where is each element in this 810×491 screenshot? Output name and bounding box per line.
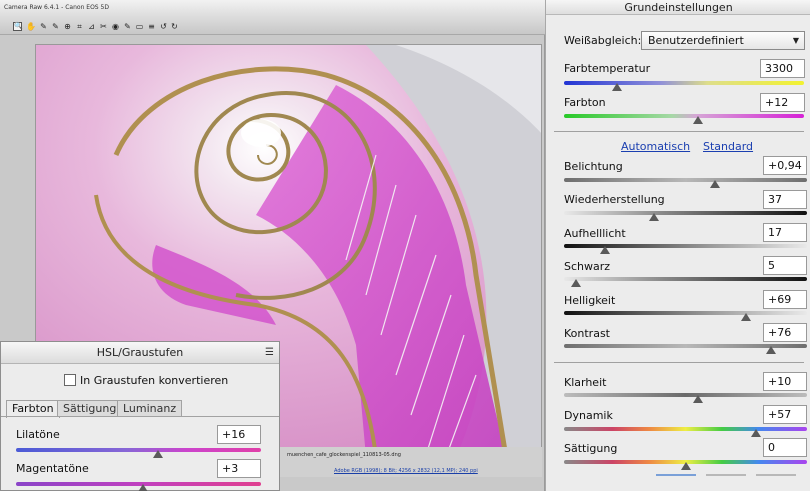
tab-saturation[interactable]: Sättigung [57,400,123,417]
white-balance-dropdown[interactable]: Benutzerdefiniert ▼ [641,31,805,50]
tab-luminance[interactable]: Luminanz [117,400,183,417]
basic-settings-panel: Grundeinstellungen Weißabgleich: Benutze… [545,0,810,491]
scroll-indicator [706,474,746,476]
chevron-down-icon: ▼ [792,36,799,45]
exposure-value[interactable]: +0,94 [763,156,807,175]
purples-slider-thumb[interactable] [153,450,164,458]
title-bar: Camera Raw 6.4.1 - Canon EOS 5D [0,0,545,20]
scroll-indicator [656,474,696,476]
purples-label: Lilatöne [16,428,60,441]
saturation-label: Sättigung [564,442,618,455]
clarity-label: Klarheit [564,376,607,389]
recovery-slider[interactable] [564,211,807,215]
brightness-slider[interactable] [564,311,807,315]
panel-menu-icon[interactable]: ☰ [265,347,274,358]
blacks-label: Schwarz [564,260,611,273]
panel-title: Grundeinstellungen [546,0,810,15]
divider [554,362,804,363]
color-sampler-tool-icon[interactable]: ✎ [51,22,60,31]
grayscale-checkbox[interactable] [64,374,76,386]
saturation-slider-thumb[interactable] [680,462,691,470]
vibrance-slider[interactable] [564,427,807,431]
contrast-label: Kontrast [564,327,610,340]
rotate-ccw-icon[interactable]: ↺ [159,22,168,31]
vibrance-label: Dynamik [564,409,613,422]
rotate-cw-icon[interactable]: ↻ [170,22,179,31]
purples-value[interactable]: +16 [217,425,261,444]
fill-light-label: Aufhelllicht [564,227,626,240]
magentas-label: Magentatöne [16,462,89,475]
brightness-value[interactable]: +69 [763,290,807,309]
contrast-value[interactable]: +76 [763,323,807,342]
magentas-value[interactable]: +3 [217,459,261,478]
blacks-value[interactable]: 5 [763,256,807,275]
scroll-indicator [756,474,796,476]
white-balance-label: Weißabgleich: [564,34,642,47]
clarity-value[interactable]: +10 [763,372,807,391]
tab-divider [1,416,279,417]
target-adjustment-tool-icon[interactable]: ⊕ [63,22,72,31]
spot-removal-tool-icon[interactable]: ✂ [99,22,108,31]
vibrance-slider-thumb[interactable] [750,429,761,437]
tool-bar: 🔍 ✋ ✎ ✎ ⊕ ⌗ ⊿ ✂ ◉ ✎ ▭ ≡ ↺ ↻ [0,19,545,35]
exposure-label: Belichtung [564,160,623,173]
blacks-slider-thumb[interactable] [571,279,582,287]
window-title: Camera Raw 6.4.1 - Canon EOS 5D [4,4,109,11]
temperature-slider[interactable] [564,81,804,85]
white-balance-tool-icon[interactable]: ✎ [39,22,48,31]
clarity-slider[interactable] [564,393,807,397]
adjustment-brush-icon[interactable]: ✎ [123,22,132,31]
zoom-tool-icon[interactable]: 🔍 [13,22,23,31]
recovery-slider-thumb[interactable] [648,213,659,221]
crop-tool-icon[interactable]: ⌗ [75,22,84,31]
tint-slider-thumb[interactable] [692,116,703,124]
graduated-filter-icon[interactable]: ▭ [135,22,144,31]
magentas-slider-thumb[interactable] [138,484,149,491]
tint-value[interactable]: +12 [760,93,805,112]
tint-label: Farbton [564,96,606,109]
red-eye-tool-icon[interactable]: ◉ [111,22,120,31]
blacks-slider[interactable] [564,277,807,281]
vibrance-value[interactable]: +57 [763,405,807,424]
exposure-slider[interactable] [564,178,807,182]
temperature-label: Farbtemperatur [564,62,651,75]
brightness-slider-thumb[interactable] [741,313,752,321]
preferences-icon[interactable]: ≡ [147,22,156,31]
filename-label: muenchen_cafe_glockenspiel_110813-05.dng [287,452,401,458]
panel-title: HSL/Graustufen [1,342,279,364]
brightness-label: Helligkeit [564,294,616,307]
fill-light-slider-thumb[interactable] [600,246,611,254]
temperature-value[interactable]: 3300 [760,59,805,78]
recovery-value[interactable]: 37 [763,190,807,209]
hsl-grayscale-panel: HSL/Graustufen ☰ In Graustufen konvertie… [0,341,280,491]
straighten-tool-icon[interactable]: ⊿ [87,22,96,31]
clarity-slider-thumb[interactable] [692,395,703,403]
tint-slider[interactable] [564,114,804,118]
saturation-value[interactable]: 0 [763,438,807,457]
grayscale-label: In Graustufen konvertieren [80,374,229,387]
purples-slider[interactable] [16,448,261,452]
auto-link[interactable]: Automatisch [621,140,690,153]
contrast-slider-thumb[interactable] [765,346,776,354]
divider [554,131,804,132]
white-balance-value: Benutzerdefiniert [648,34,744,47]
fill-light-value[interactable]: 17 [763,223,807,242]
hand-tool-icon[interactable]: ✋ [26,22,36,31]
exposure-slider-thumb[interactable] [709,180,720,188]
recovery-label: Wiederherstellung [564,193,665,206]
workflow-options-link[interactable]: Adobe RGB (1998); 8 Bit; 4256 x 2832 (12… [334,468,478,474]
default-link[interactable]: Standard [703,140,753,153]
temperature-slider-thumb[interactable] [612,83,623,91]
